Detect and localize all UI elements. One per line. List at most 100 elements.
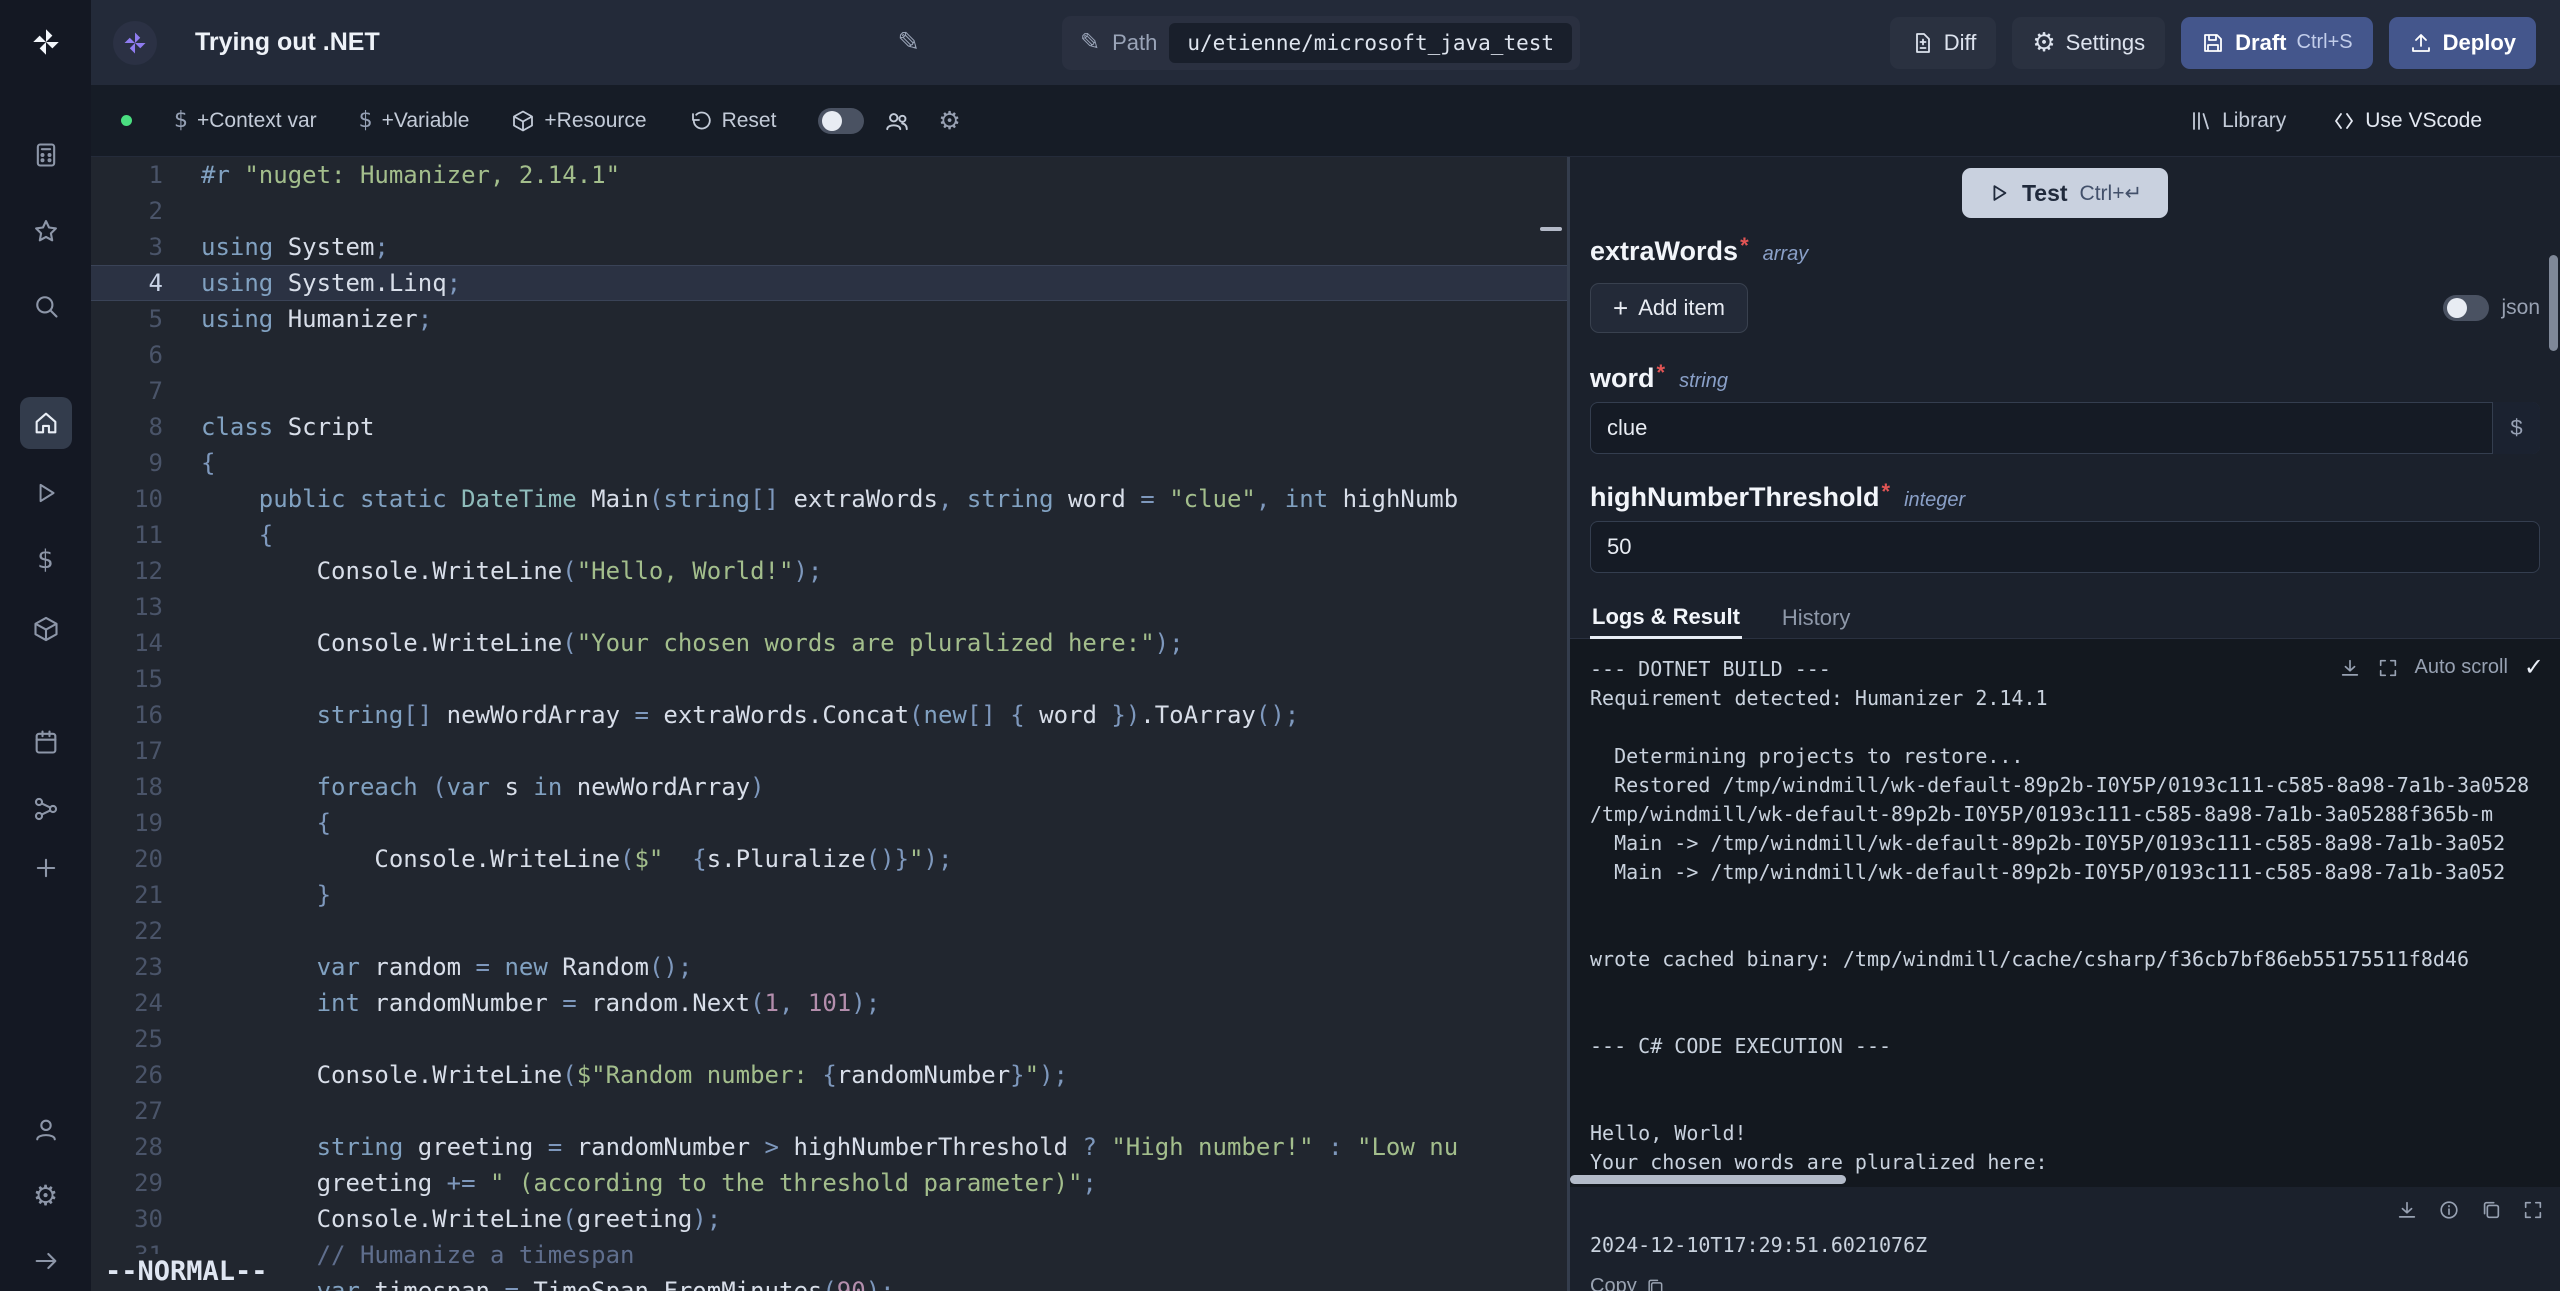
code-line[interactable]: 13 <box>91 589 1567 625</box>
sidebar-item-resources[interactable] <box>20 603 72 655</box>
code-line[interactable]: 20 Console.WriteLine($" {s.Pluralize()}"… <box>91 841 1567 877</box>
download-logs-button[interactable] <box>2339 657 2361 679</box>
auto-scroll-checkbox[interactable]: ✓ <box>2524 653 2544 682</box>
sidebar-item-flows[interactable] <box>20 783 72 835</box>
expand-result-button[interactable] <box>2522 1199 2544 1221</box>
code-line[interactable]: 32 var timespan = TimeSpan.FromMinutes(9… <box>91 1273 1567 1291</box>
result-info-button[interactable] <box>2438 1199 2460 1221</box>
code-line[interactable]: 15 <box>91 661 1567 697</box>
code-line[interactable]: 8class Script <box>91 409 1567 445</box>
line-code: var timespan = TimeSpan.FromMinutes(90); <box>201 1273 895 1291</box>
add-resource-button[interactable]: +Resource <box>511 109 646 133</box>
collaborators-button[interactable] <box>884 108 910 134</box>
workspace-logo-icon[interactable] <box>113 21 157 65</box>
code-line[interactable]: 5using Humanizer; <box>91 301 1567 337</box>
code-line[interactable]: 29 greeting += " (according to the thres… <box>91 1165 1567 1201</box>
code-line[interactable]: 7 <box>91 373 1567 409</box>
download-result-button[interactable] <box>2396 1199 2418 1221</box>
code-line[interactable]: 30 Console.WriteLine(greeting); <box>91 1201 1567 1237</box>
reset-button[interactable]: Reset <box>689 109 777 133</box>
log-horizontal-scrollbar[interactable] <box>1570 1175 1846 1184</box>
code-line[interactable]: 24 int randomNumber = random.Next(1, 101… <box>91 985 1567 1021</box>
variable-picker-button[interactable]: $ <box>2492 402 2540 454</box>
sidebar-item-search[interactable] <box>20 280 72 332</box>
sidebar-item-account[interactable] <box>20 1104 72 1156</box>
sidebar-collapse-toggle[interactable] <box>20 1235 72 1287</box>
settings-button[interactable]: ⚙ Settings <box>2012 17 2165 69</box>
code-line[interactable]: 31 // Humanize a timespan <box>91 1237 1567 1273</box>
code-line[interactable]: 14 Console.WriteLine("Your chosen words … <box>91 625 1567 661</box>
line-number: 2 <box>91 193 201 229</box>
editor-settings-button[interactable]: ⚙ <box>938 108 960 133</box>
download-icon <box>2339 657 2361 679</box>
code-line[interactable]: 4using System.Linq; <box>91 265 1567 301</box>
code-line[interactable]: 2 <box>91 193 1567 229</box>
path-button[interactable]: ✎ Path u/etienne/microsoft_java_test <box>1062 16 1580 70</box>
sidebar-item-home[interactable] <box>20 397 72 449</box>
tab-history[interactable]: History <box>1780 597 1852 639</box>
arg-word-header: word* string <box>1570 363 2560 394</box>
tab-logs-result[interactable]: Logs & Result <box>1590 597 1742 639</box>
json-toggle[interactable] <box>2443 295 2489 321</box>
code-line[interactable]: 1#r "nuget: Humanizer, 2.14.1" <box>91 157 1567 193</box>
star-icon <box>32 217 60 245</box>
copy-result-button[interactable] <box>2480 1199 2502 1221</box>
line-code: } <box>201 877 331 913</box>
code-line[interactable]: 22 <box>91 913 1567 949</box>
line-number: 25 <box>91 1021 201 1057</box>
code-line[interactable]: 19 { <box>91 805 1567 841</box>
code-line[interactable]: 27 <box>91 1093 1567 1129</box>
editor-toolbar: $ +Context var $ +Variable +Resource Res… <box>91 85 2560 157</box>
word-input[interactable] <box>1590 402 2540 454</box>
title-wrap: Trying out .NET ✎ <box>175 27 920 58</box>
threshold-input[interactable] <box>1590 521 2540 573</box>
windmill-logo-icon[interactable] <box>22 18 70 66</box>
library-button[interactable]: Library <box>2189 109 2286 133</box>
result-timestamp: 2024-12-10T17:29:51.6021076Z <box>1590 1233 1927 1257</box>
code-line[interactable]: 11 { <box>91 517 1567 553</box>
code-line[interactable]: 28 string greeting = randomNumber > high… <box>91 1129 1567 1165</box>
editor-scrollbar-thumb[interactable] <box>1540 227 1562 231</box>
sidebar-item-apps[interactable] <box>20 129 72 181</box>
dollar-icon: $ <box>37 545 54 575</box>
sidebar-item-schedules[interactable] <box>20 716 72 768</box>
add-context-var-button[interactable]: $ +Context var <box>174 108 317 133</box>
deploy-button[interactable]: Deploy <box>2389 17 2536 69</box>
code-line[interactable]: 9{ <box>91 445 1567 481</box>
copy-button[interactable]: Copy <box>1590 1275 1665 1291</box>
line-code: { <box>201 805 331 841</box>
draft-button[interactable]: Draft Ctrl+S <box>2181 17 2372 69</box>
diff-button[interactable]: Diff <box>1890 17 1997 69</box>
panel-vertical-scrollbar[interactable] <box>2549 255 2558 351</box>
code-line[interactable]: 21 } <box>91 877 1567 913</box>
expand-logs-button[interactable] <box>2377 657 2399 679</box>
code-line[interactable]: 12 Console.WriteLine("Hello, World!"); <box>91 553 1567 589</box>
sidebar-item-variables[interactable]: $ <box>20 534 72 586</box>
add-item-button[interactable]: + Add item <box>1590 283 1748 333</box>
edit-title-button[interactable]: ✎ <box>897 27 920 58</box>
code-line[interactable]: 23 var random = new Random(); <box>91 949 1567 985</box>
code-line[interactable]: 6 <box>91 337 1567 373</box>
sidebar-item-settings[interactable]: ⚙ <box>20 1170 72 1222</box>
sidebar-item-runs[interactable] <box>20 467 72 519</box>
code-line[interactable]: 10 public static DateTime Main(string[] … <box>91 481 1567 517</box>
code-line[interactable]: 18 foreach (var s in newWordArray) <box>91 769 1567 805</box>
code-line[interactable]: 26 Console.WriteLine($"Random number: {r… <box>91 1057 1567 1093</box>
code-line[interactable]: 25 <box>91 1021 1567 1057</box>
collab-toggle[interactable] <box>818 108 864 134</box>
code-editor[interactable]: 1#r "nuget: Humanizer, 2.14.1"23using Sy… <box>91 157 1567 1291</box>
sidebar-item-create[interactable] <box>20 842 72 894</box>
use-vscode-button[interactable]: Use VScode <box>2332 109 2482 133</box>
line-number: 5 <box>91 301 201 337</box>
line-code: var random = new Random(); <box>201 949 692 985</box>
sidebar-item-favorites[interactable] <box>20 205 72 257</box>
fullscreen-icon <box>2522 1199 2544 1221</box>
content-split: 1#r "nuget: Humanizer, 2.14.1"23using Sy… <box>91 157 2560 1291</box>
play-icon <box>33 480 59 506</box>
code-line[interactable]: 16 string[] newWordArray = extraWords.Co… <box>91 697 1567 733</box>
code-line[interactable]: 17 <box>91 733 1567 769</box>
test-button[interactable]: Test Ctrl+↵ <box>1962 168 2168 218</box>
code-line[interactable]: 3using System; <box>91 229 1567 265</box>
home-icon <box>32 409 60 437</box>
add-variable-button[interactable]: $ +Variable <box>359 108 470 133</box>
